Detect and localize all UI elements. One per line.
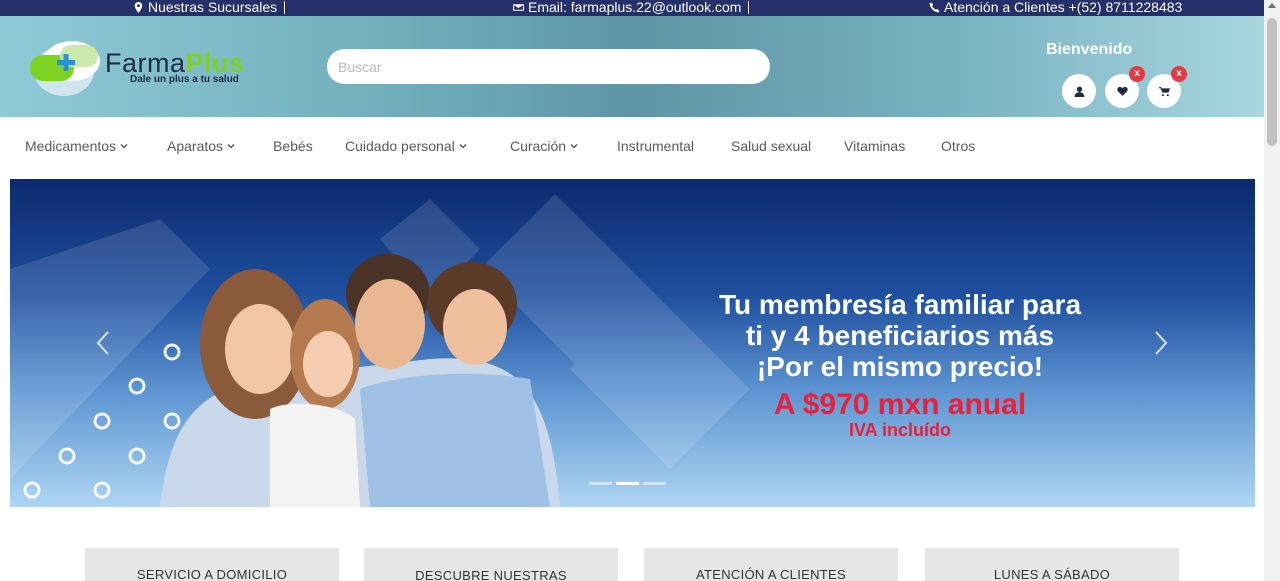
support-label: Atención a Clientes +(52) 8711228483: [944, 0, 1183, 15]
nav-item-instrumental[interactable]: Instrumental: [617, 138, 694, 154]
feature-card[interactable]: SERVICIO A DOMICILIO: [85, 548, 339, 581]
email-label: Email: farmaplus.22@outlook.com: [528, 0, 742, 15]
welcome-text: Bienvenido: [1046, 41, 1133, 58]
phone-icon: [929, 2, 940, 12]
nav-item-aparatos[interactable]: Aparatos: [167, 138, 235, 154]
chevron-down-icon: [227, 143, 235, 149]
nav-item-cuidado-personal[interactable]: Cuidado personal: [345, 138, 467, 154]
hero-headline-line2: ti y 4 beneficiarios más: [745, 320, 1055, 351]
account-button[interactable]: [1062, 74, 1096, 108]
cart-icon: [1158, 86, 1170, 96]
chevron-down-icon: [570, 143, 578, 149]
email-link[interactable]: Email: farmaplus.22@outlook.com: [513, 0, 750, 15]
logo-tagline: Dale un plus a tu salud: [130, 74, 239, 85]
hero-tax-note: IVA incluído: [849, 420, 951, 440]
family-photo: [160, 254, 560, 507]
chevron-down-icon: [120, 143, 128, 149]
nav-item-otros[interactable]: Otros: [941, 138, 975, 154]
page: Nuestras Sucursales Email: farmaplus.22@…: [0, 0, 1280, 581]
site-header: FarmaPlus Dale un plus a tu salud Bienve…: [0, 16, 1264, 117]
category-nav: Medicamentos Aparatos Bebés Cuidado pers…: [0, 117, 1264, 178]
cart-badge: x: [1171, 66, 1187, 82]
wishlist-button[interactable]: x: [1105, 66, 1145, 108]
feature-card[interactable]: DESCUBRE NUESTRAS: [364, 548, 618, 581]
hero-carousel: Tu membresía familiar para ti y 4 benefi…: [10, 179, 1255, 507]
carousel-indicator[interactable]: [589, 482, 612, 485]
branches-label: Nuestras Sucursales: [148, 0, 278, 15]
nav-item-salud-sexual[interactable]: Salud sexual: [731, 138, 811, 154]
feature-card[interactable]: LUNES A SÁBADO: [925, 548, 1179, 581]
nav-item-curacion[interactable]: Curación: [510, 138, 578, 154]
divider: [284, 0, 286, 14]
page-scrollbar[interactable]: [1264, 0, 1280, 581]
envelope-icon: [513, 3, 524, 11]
carousel-indicator[interactable]: [643, 482, 666, 485]
scroll-up-arrow-icon[interactable]: [1268, 3, 1276, 8]
divider: [748, 0, 750, 14]
support-link[interactable]: Atención a Clientes +(52) 8711228483: [929, 0, 1182, 15]
scroll-thumb[interactable]: [1267, 18, 1277, 146]
user-icon: [1074, 86, 1084, 97]
search-input[interactable]: [327, 49, 770, 84]
heart-icon: [1116, 86, 1128, 96]
branches-link[interactable]: Nuestras Sucursales: [133, 0, 286, 15]
carousel-prev-button[interactable]: [95, 329, 111, 357]
hero-price: A $970 mxn anual: [773, 388, 1027, 421]
carousel-indicator-active[interactable]: [616, 482, 639, 485]
chevron-down-icon: [459, 143, 467, 149]
logo-cross-icon: [30, 41, 100, 96]
cart-button[interactable]: x: [1147, 66, 1187, 108]
carousel-next-button[interactable]: [1153, 329, 1169, 357]
logo[interactable]: FarmaPlus Dale un plus a tu salud: [30, 37, 270, 97]
hero-headline-line1: Tu membresía familiar para: [718, 289, 1082, 320]
wishlist-badge: x: [1129, 66, 1145, 82]
map-pin-icon: [134, 1, 143, 13]
top-info-bar: Nuestras Sucursales Email: farmaplus.22@…: [0, 0, 1264, 16]
nav-item-vitaminas[interactable]: Vitaminas: [844, 138, 905, 154]
feature-card[interactable]: ATENCIÓN A CLIENTES: [644, 548, 898, 581]
hero-promo-text: Tu membresía familiar para ti y 4 benefi…: [650, 289, 1150, 440]
nav-item-bebes[interactable]: Bebés: [273, 138, 313, 154]
carousel-indicators: [589, 482, 666, 485]
nav-item-medicamentos[interactable]: Medicamentos: [25, 138, 128, 154]
hero-headline-line3: ¡Por el mismo precio!: [756, 351, 1044, 382]
